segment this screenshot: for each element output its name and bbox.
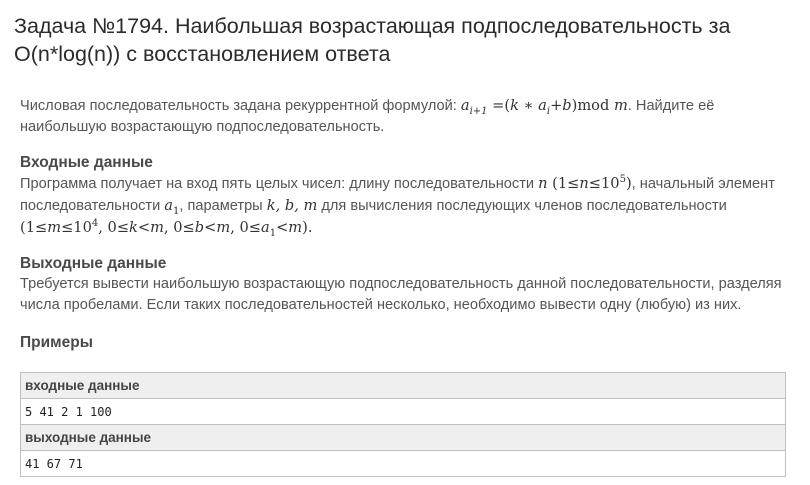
output-heading: Выходные данные <box>20 255 167 272</box>
table-row: выходные данные <box>20 424 786 451</box>
input-description: Программа получает на вход пять целых чи… <box>20 174 775 239</box>
output-label: выходные данные <box>20 424 786 451</box>
input-label: входные данные <box>20 372 786 399</box>
statement-paragraph: Числовая последовательность задана рекур… <box>20 95 790 138</box>
table-row: 5 41 2 1 100 <box>20 398 786 425</box>
examples-table: входные данные 5 41 2 1 100 выходные дан… <box>20 372 786 477</box>
examples-heading: Примеры <box>20 334 93 351</box>
recurrence-formula: ai+1 =(k ∗ ai+b)mod m <box>460 97 628 117</box>
problem-statement: Числовая последовательность задана рекур… <box>20 95 790 353</box>
output-value: 41 67 71 <box>20 450 786 477</box>
table-row: входные данные <box>20 372 786 399</box>
input-heading: Входные данные <box>20 154 153 171</box>
output-description: Требуется вывести наибольшую возрастающу… <box>20 276 782 313</box>
input-constraints: (1≤m≤104, 0≤k<m, 0≤b<m, 0≤a1<m). <box>20 218 313 239</box>
problem-title: Задача №1794. Наибольшая возрастающая по… <box>14 14 731 66</box>
statement-text: Числовая последовательность задана рекур… <box>20 98 461 114</box>
input-value: 5 41 2 1 100 <box>20 398 786 425</box>
table-row: 41 67 71 <box>20 450 786 477</box>
